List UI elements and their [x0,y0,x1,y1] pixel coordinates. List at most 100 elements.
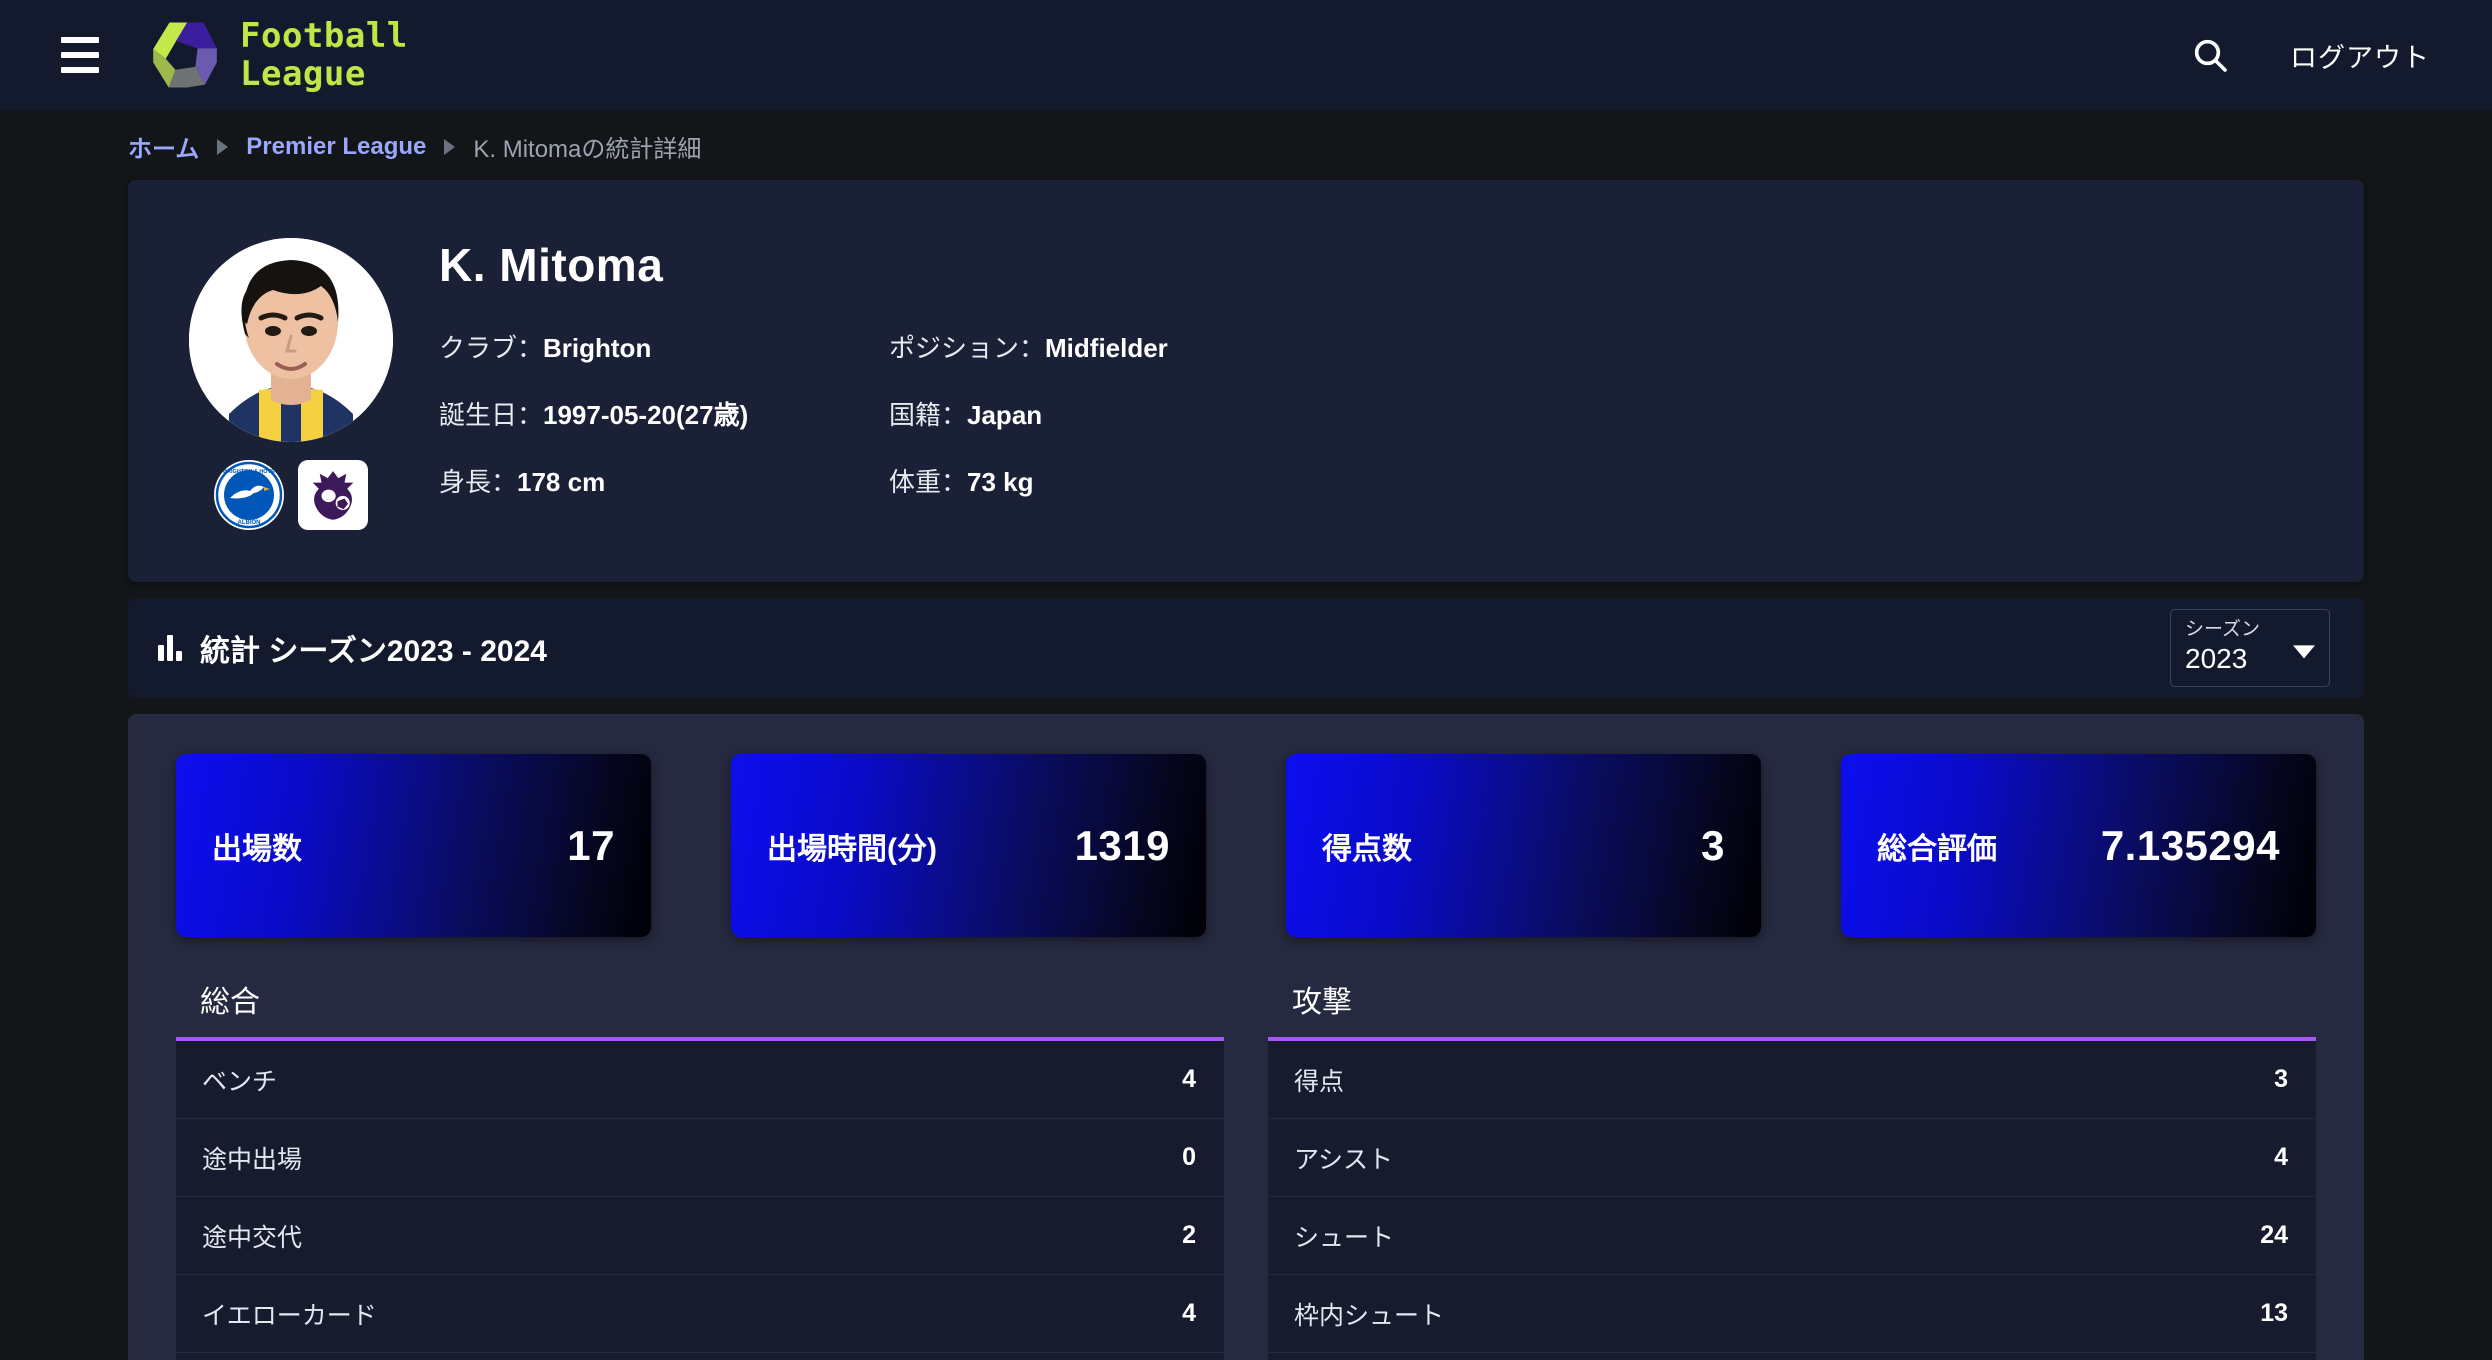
hamburger-bar [61,67,99,73]
table-row[interactable] [176,1353,1224,1360]
player-club: クラブ：Brighton [439,328,889,365]
player-nationality-value: Japan [967,400,1043,430]
stats-title-group: 統計 シーズン2023 - 2024 [158,626,547,670]
stat-name: ベンチ [202,1067,278,1096]
breadcrumb: ホーム Premier League K. Mitomaの統計詳細 [0,110,2492,180]
kpi-label: 得点数 [1322,832,1412,866]
hamburger-icon[interactable] [52,27,108,83]
player-weight-value: 73 kg [967,467,1034,497]
brand-title: Football League [240,15,408,94]
player-birthdate: 誕生日：1997-05-20(27歳) [439,395,889,432]
table-row[interactable]: 枠内シュート 13 [1268,1275,2316,1353]
season-select[interactable]: シーズン 2023 [2170,608,2330,688]
player-position-label: ポジション： [889,333,1046,363]
player-birthdate-value: 1997-05-20(27歳) [543,400,749,430]
brighton-club-crest-icon[interactable]: BRIGHTON & HOVE ALBION [213,460,284,530]
stat-name: 枠内シュート [1294,1301,1445,1330]
football-league-hexagon-icon [153,22,217,88]
chevron-right-icon [217,138,229,155]
stat-table-attack: 攻撃 得点 3 アシスト 4 シュート 24 枠内シュート 13 [1268,977,2316,1360]
table-row[interactable]: シュート 24 [1268,1197,2316,1275]
player-position-value: Midfielder [1045,333,1168,363]
player-weight-label: 体重： [889,467,968,497]
stat-name: 得点 [1294,1067,1345,1096]
stat-name: シュート [1294,1223,1395,1252]
stat-name: イエローカード [202,1301,377,1330]
hamburger-bar [61,52,99,58]
kpi-label: 出場数 [212,832,302,866]
stat-section-title: 攻撃 [1292,986,1352,1019]
season-select-label: シーズン [2185,618,2261,640]
player-meta-grid: クラブ：Brighton ポジション：Midfielder 誕生日：1997-0… [439,328,2304,499]
search-icon[interactable] [2190,35,2230,75]
table-row[interactable]: 途中出場 0 [176,1119,1224,1197]
table-row[interactable] [1268,1353,2316,1360]
chevron-right-icon [444,138,456,155]
table-row[interactable]: ベンチ 4 [176,1041,1224,1119]
player-nationality: 国籍：Japan [889,395,2304,432]
table-row[interactable]: アシスト 4 [1268,1119,2316,1197]
kpi-card-minutes: 出場時間(分) 1319 [731,754,1206,937]
stat-section-title: 総合 [200,986,260,1019]
stat-name: アシスト [1294,1145,1394,1174]
page-content: BRIGHTON & HOVE ALBION K. Mitoma クラブ：Bri… [0,180,2492,1360]
player-height-value: 178 cm [517,467,606,497]
kpi-value: 1319 [1074,821,1170,869]
kpi-card-row: 出場数 17 出場時間(分) 1319 得点数 3 総合評価 7.135294 [176,754,2316,937]
stat-value: 4 [1182,1065,1196,1093]
player-nationality-label: 国籍： [889,400,968,430]
kpi-card-appearances: 出場数 17 [176,754,651,937]
logout-button[interactable]: ログアウト [2286,30,2434,81]
stat-value: 3 [2274,1065,2288,1093]
player-media: BRIGHTON & HOVE ALBION [188,224,393,530]
player-height: 身長：178 cm [439,462,889,499]
stat-list: ベンチ 4 途中出場 0 途中交代 2 イエローカード 4 [176,1037,1224,1360]
stat-value: 0 [1182,1143,1196,1171]
player-birthdate-label: 誕生日： [439,400,544,430]
kpi-value: 7.135294 [2100,821,2280,869]
breadcrumb-item-league[interactable]: Premier League [246,133,426,161]
player-weight: 体重：73 kg [889,462,2304,499]
player-info: K. Mitoma クラブ：Brighton ポジション：Midfielder … [439,224,2304,499]
breadcrumb-item-current: K. Mitomaの統計詳細 [473,136,702,163]
stat-value: 4 [1182,1299,1196,1327]
stat-table-overall: 総合 ベンチ 4 途中出場 0 途中交代 2 イエローカード 4 [176,977,1224,1360]
brand-logo[interactable]: Football League [148,17,408,93]
stat-value: 2 [1182,1221,1196,1249]
header-actions: ログアウト [2190,30,2434,81]
kpi-value: 17 [567,821,615,869]
kpi-card-goals: 得点数 3 [1286,754,1761,937]
kpi-label: 総合評価 [1877,832,1997,866]
svg-text:ALBION: ALBION [237,520,260,526]
player-avatar [188,238,393,442]
stats-panel: 出場数 17 出場時間(分) 1319 得点数 3 総合評価 7.135294 … [128,714,2364,1360]
player-profile-card: BRIGHTON & HOVE ALBION K. Mitoma クラブ：Bri… [128,180,2364,582]
kpi-card-rating: 総合評価 7.135294 [1841,754,2316,937]
stat-name: 途中出場 [202,1145,303,1174]
kpi-label: 出場時間(分) [767,832,937,866]
table-row[interactable]: 得点 3 [1268,1041,2316,1119]
stat-value: 4 [2274,1143,2288,1171]
club-and-league-badges: BRIGHTON & HOVE ALBION [213,460,368,530]
breadcrumb-item-home[interactable]: ホーム [128,129,199,164]
premier-league-crest-icon[interactable] [297,460,368,530]
stat-name: 途中交代 [202,1223,303,1252]
bar-chart-icon [158,635,182,661]
player-height-label: 身長： [439,467,518,497]
player-club-value: Brighton [543,333,652,363]
chevron-down-icon[interactable] [2293,645,2315,659]
hamburger-bar [61,37,99,43]
season-select-value: 2023 [2185,643,2248,675]
stat-value: 13 [2260,1299,2288,1327]
app-header: Football League ログアウト [0,0,2492,110]
stat-list: 得点 3 アシスト 4 シュート 24 枠内シュート 13 [1268,1037,2316,1360]
table-row[interactable]: イエローカード 4 [176,1275,1224,1353]
player-name: K. Mitoma [439,239,664,291]
table-row[interactable]: 途中交代 2 [176,1197,1224,1275]
stats-header-bar: 統計 シーズン2023 - 2024 シーズン 2023 [128,598,2364,698]
stats-title: 統計 シーズン2023 - 2024 [200,635,547,668]
stat-value: 24 [2260,1221,2288,1249]
svg-text:BRIGHTON & HOVE: BRIGHTON & HOVE [223,469,275,475]
stat-tables-row: 総合 ベンチ 4 途中出場 0 途中交代 2 イエローカード 4 攻撃 得点 3… [176,977,2316,1360]
player-position: ポジション：Midfielder [889,328,2304,365]
